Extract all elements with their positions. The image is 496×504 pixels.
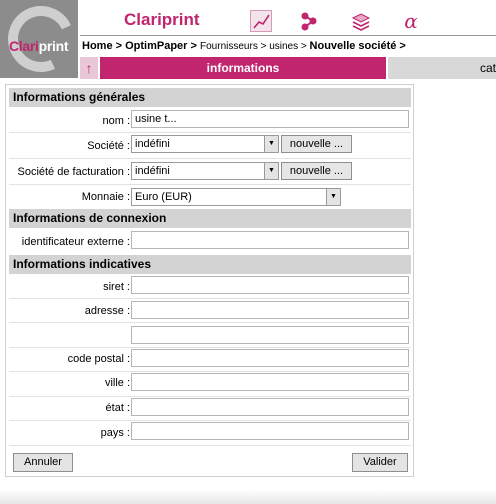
breadcrumb-optimpaper[interactable]: OptimPaper — [125, 40, 187, 52]
section-indicatives: Informations indicatives — [9, 255, 411, 274]
tab-categories[interactable]: cat — [388, 57, 496, 79]
adresse-field-1[interactable] — [131, 301, 409, 319]
up-arrow-icon[interactable]: ↑ — [80, 57, 98, 79]
monnaie-select[interactable]: Euro (EUR) ▼ — [131, 188, 341, 206]
layers-icon[interactable] — [350, 10, 372, 32]
nom-label: nom : — [102, 115, 130, 127]
section-connexion: Informations de connexion — [9, 209, 411, 228]
graph-icon[interactable] — [250, 10, 272, 32]
row-divider — [9, 396, 411, 397]
pays-field[interactable] — [131, 422, 409, 440]
breadcrumb: Home > OptimPaper > Fournisseurs > usine… — [82, 40, 406, 52]
etat-field[interactable] — [131, 398, 409, 416]
logo-text: Clariprint — [9, 38, 69, 54]
breadcrumb-home[interactable]: Home — [82, 40, 113, 52]
nom-field[interactable]: usine t... — [131, 110, 409, 128]
identificateur-label: identificateur externe : — [21, 236, 130, 248]
tab-informations[interactable]: informations — [100, 57, 386, 79]
ville-field[interactable] — [131, 373, 409, 391]
adresse-label: adresse : — [84, 305, 130, 317]
ville-label: ville : — [104, 377, 130, 389]
row-divider — [9, 184, 411, 185]
facturation-select-value: indéfini — [135, 165, 170, 177]
annuler-button[interactable]: Annuler — [13, 453, 73, 472]
brand-title: Clariprint — [124, 10, 200, 29]
share-icon[interactable] — [298, 10, 320, 32]
clariprint-logo: Clariprint — [0, 0, 78, 78]
chevron-down-icon: ▼ — [326, 189, 340, 205]
identificateur-field[interactable] — [131, 231, 409, 249]
chevron-down-icon: ▼ — [264, 163, 278, 179]
alpha-icon[interactable]: α — [400, 10, 422, 32]
header-divider — [80, 35, 496, 36]
facturation-label: Société de facturation : — [17, 166, 130, 178]
row-divider — [9, 445, 411, 446]
adresse-field-2[interactable] — [131, 326, 409, 344]
row-divider — [9, 420, 411, 421]
code-postal-field[interactable] — [131, 349, 409, 367]
row-divider — [9, 322, 411, 323]
form-panel: Informations générales nom : usine t... … — [5, 84, 414, 477]
bottom-shadow — [0, 490, 496, 504]
nouvelle-facturation-button[interactable]: nouvelle ... — [281, 162, 352, 180]
valider-button[interactable]: Valider — [352, 453, 408, 472]
facturation-select[interactable]: indéfini ▼ — [131, 162, 279, 180]
societe-select-value: indéfini — [135, 138, 170, 150]
chevron-down-icon: ▼ — [264, 136, 278, 152]
monnaie-select-value: Euro (EUR) — [135, 191, 192, 203]
etat-label: état : — [105, 402, 130, 414]
nav-tabs: ↑ informations cat — [80, 57, 496, 79]
breadcrumb-current: Nouvelle société > — [309, 40, 406, 52]
code-postal-label: code postal : — [67, 353, 130, 365]
societe-select[interactable]: indéfini ▼ — [131, 135, 279, 153]
breadcrumb-fournisseurs[interactable]: Fournisseurs > usines — [200, 41, 298, 52]
row-divider — [9, 158, 411, 159]
row-divider — [9, 347, 411, 348]
pays-label: pays : — [100, 427, 130, 439]
row-divider — [9, 132, 411, 133]
siret-label: siret : — [103, 281, 130, 293]
row-divider — [9, 298, 411, 299]
monnaie-label: Monnaie : — [81, 191, 130, 203]
societe-label: Société : — [87, 140, 130, 152]
nouvelle-societe-button[interactable]: nouvelle ... — [281, 135, 352, 153]
row-divider — [9, 371, 411, 372]
section-general: Informations générales — [9, 88, 411, 107]
siret-field[interactable] — [131, 276, 409, 294]
